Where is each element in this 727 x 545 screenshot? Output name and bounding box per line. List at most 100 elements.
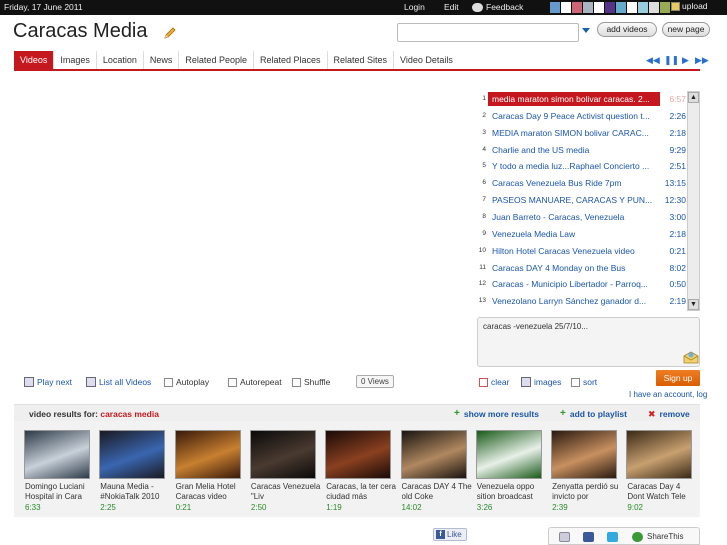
thumbnail-image[interactable] xyxy=(249,430,316,479)
tab-videos[interactable]: Videos xyxy=(14,51,55,69)
autoplay-checkbox[interactable]: Autoplay xyxy=(164,377,209,387)
theme-swatch[interactable] xyxy=(659,2,670,13)
playlist-item-title[interactable]: Caracas Day 9 Peace Activist question t.… xyxy=(492,111,653,121)
forward-icon[interactable]: ▶▶ xyxy=(695,55,709,66)
thumbnail-caption[interactable]: Caracas DAY 4 The old Coke xyxy=(402,482,474,501)
facebook-like-button[interactable]: f Like xyxy=(433,528,467,541)
theme-swatch[interactable] xyxy=(637,2,648,13)
playlist-item-title[interactable]: Caracas Venezuela Bus Ride 7pm xyxy=(492,178,653,188)
thumbnail-caption[interactable]: Caracas Day 4 Dont Watch Tele xyxy=(627,482,699,501)
playlist-item[interactable]: 10 Hilton Hotel Caracas Venezuela video 0:… xyxy=(476,243,686,260)
tab-video-details[interactable]: Video Details xyxy=(394,51,459,69)
pencil-icon[interactable] xyxy=(163,26,177,40)
playlist-item[interactable]: 13 Venezolano Larryn Sánchez ganador d...… xyxy=(476,293,686,310)
tab-related-places[interactable]: Related Places xyxy=(254,51,328,69)
list-all-videos-button[interactable]: List all Videos xyxy=(86,377,151,387)
remove-button[interactable]: ✖ remove xyxy=(648,409,690,419)
video-thumbnail[interactable]: Gran Melia Hotel Caracas video 0:21 xyxy=(165,421,241,517)
search-dropdown-icon[interactable] xyxy=(582,28,590,33)
playlist-item[interactable]: 8 Juan Barreto - Caracas, Venezuela 3:00 xyxy=(476,209,686,226)
login-link[interactable]: Login xyxy=(404,2,425,12)
images-button[interactable]: images xyxy=(521,377,561,387)
search-input[interactable] xyxy=(397,23,579,42)
show-more-results-button[interactable]: + show more results xyxy=(454,409,539,420)
playlist-item[interactable]: 11 Caracas DAY 4 Monday on the Bus 8:02 xyxy=(476,260,686,277)
upload-link[interactable]: upload xyxy=(671,1,708,11)
playlist-item-title[interactable]: Y todo a media luz...Raphael Concierto .… xyxy=(492,161,653,171)
edit-link[interactable]: Edit xyxy=(444,2,459,12)
scroll-down-icon[interactable]: ▼ xyxy=(688,299,699,310)
thumbnail-caption[interactable]: Mauna Media - #NokiaTalk 2010 xyxy=(100,482,172,501)
theme-swatch[interactable] xyxy=(604,2,615,13)
play-next-button[interactable]: Play next xyxy=(24,377,72,387)
video-thumbnail[interactable]: Caracas, la ter cera ciudad más 1:19 xyxy=(315,421,396,517)
tab-location[interactable]: Location xyxy=(97,51,144,69)
add-videos-button[interactable]: add videos xyxy=(597,22,657,37)
twitter-icon[interactable] xyxy=(607,532,618,542)
theme-swatch[interactable] xyxy=(560,2,571,13)
tab-images[interactable]: Images xyxy=(54,51,97,69)
thumbnail-caption[interactable]: Venezuela oppo sition broadcast xyxy=(477,482,549,501)
add-to-playlist-button[interactable]: + add to playlist xyxy=(560,409,627,420)
video-player[interactable] xyxy=(14,78,474,368)
new-page-button[interactable]: new page xyxy=(662,22,710,37)
email-icon[interactable] xyxy=(559,532,570,542)
theme-swatch[interactable] xyxy=(615,2,626,13)
playlist-item-title[interactable]: Venezuela Media Law xyxy=(492,229,653,239)
playlist-item-title[interactable]: Caracas - Municipio Libertador - Parroq.… xyxy=(492,279,653,289)
video-thumbnail[interactable]: Venezuela oppo sition broadcast 3:26 xyxy=(466,421,542,517)
theme-swatch[interactable] xyxy=(593,2,604,13)
playlist-scrollbar[interactable]: ▲ ▼ xyxy=(687,91,700,311)
playlist-item[interactable]: 5 Y todo a media luz...Raphael Concierto … xyxy=(476,158,686,175)
video-thumbnail[interactable]: Mauna Media - #NokiaTalk 2010 2:25 xyxy=(89,421,166,517)
thumbnail-caption[interactable]: Caracas, la ter cera ciudad más xyxy=(326,482,398,501)
thumbnail-image[interactable] xyxy=(99,430,166,479)
signup-button[interactable]: Sign up xyxy=(656,370,700,386)
login-account-link[interactable]: I have an account, log xyxy=(629,390,707,399)
video-thumbnail[interactable]: Caracas Day 4 Dont Watch Tele 9:02 xyxy=(616,421,693,517)
play-icon[interactable]: ▶ xyxy=(682,55,689,66)
thumbnail-image[interactable] xyxy=(174,430,241,479)
shuffle-box[interactable] xyxy=(292,377,301,387)
mail-icon[interactable] xyxy=(683,350,699,364)
theme-swatch[interactable] xyxy=(648,2,659,13)
thumbnail-image[interactable] xyxy=(551,430,618,479)
theme-swatch[interactable] xyxy=(626,2,637,13)
theme-swatch[interactable] xyxy=(549,2,560,13)
thumbnail-image[interactable] xyxy=(475,430,542,479)
video-thumbnail[interactable]: Zenyatta perdió su invicto por 2:39 xyxy=(541,421,618,517)
playlist-item[interactable]: 6 Caracas Venezuela Bus Ride 7pm 13:15 xyxy=(476,175,686,192)
thumbnail-caption[interactable]: Gran Melia Hotel Caracas video xyxy=(176,482,248,501)
autorepeat-checkbox[interactable]: Autorepeat xyxy=(228,377,282,387)
tab-news[interactable]: News xyxy=(144,51,180,69)
tab-related-people[interactable]: Related People xyxy=(179,51,254,69)
scroll-up-icon[interactable]: ▲ xyxy=(688,92,699,103)
thumbnail-image[interactable] xyxy=(400,430,467,479)
playlist-item-title[interactable]: Juan Barreto - Caracas, Venezuela xyxy=(492,212,653,222)
playlist-item-title[interactable]: media maraton simon bolivar caracas. 2..… xyxy=(488,92,660,106)
thumbnail-caption[interactable]: Domingo Luciani Hospital in Cara xyxy=(25,482,97,501)
autorepeat-box[interactable] xyxy=(228,377,237,387)
share-label[interactable]: ShareThis xyxy=(647,532,683,541)
playlist-item-title[interactable]: Caracas DAY 4 Monday on the Bus xyxy=(492,263,653,273)
playlist-item-title[interactable]: Hilton Hotel Caracas Venezuela video xyxy=(492,246,653,256)
rewind-icon[interactable]: ◀◀ xyxy=(646,55,660,66)
sort-button[interactable]: sort xyxy=(571,377,597,387)
playlist-item-title[interactable]: Charlie and the US media xyxy=(492,145,653,155)
tab-related-sites[interactable]: Related Sites xyxy=(328,51,395,69)
playlist-item[interactable]: 4 Charlie and the US media 9:29 xyxy=(476,142,686,159)
video-thumbnail[interactable]: Caracas Venezuela "Liv 2:50 xyxy=(240,421,320,517)
autoplay-box[interactable] xyxy=(164,377,173,387)
video-thumbnail[interactable]: Caracas DAY 4 The old Coke 14:02 xyxy=(391,421,472,517)
thumbnail-image[interactable] xyxy=(626,430,693,479)
pause-icon[interactable]: ❚❚ xyxy=(664,55,679,66)
video-thumbnail[interactable]: Domingo Luciani Hospital in Cara 6:33 xyxy=(14,421,90,517)
playlist-item[interactable]: 3 MEDIA maraton SIMON bolivar CARAC... 2:1… xyxy=(476,125,686,142)
thumbnail-caption[interactable]: Zenyatta perdió su invicto por xyxy=(552,482,624,501)
playlist-item-title[interactable]: MEDIA maraton SIMON bolivar CARAC... xyxy=(492,128,653,138)
playlist-item[interactable]: 7 PASEOS MANUARE, CARACAS Y PUN... 12:30 xyxy=(476,192,686,209)
clear-button[interactable]: clear xyxy=(479,377,509,387)
theme-swatch[interactable] xyxy=(582,2,593,13)
thumbnail-image[interactable] xyxy=(325,430,392,479)
thumbnail-image[interactable] xyxy=(24,430,90,479)
